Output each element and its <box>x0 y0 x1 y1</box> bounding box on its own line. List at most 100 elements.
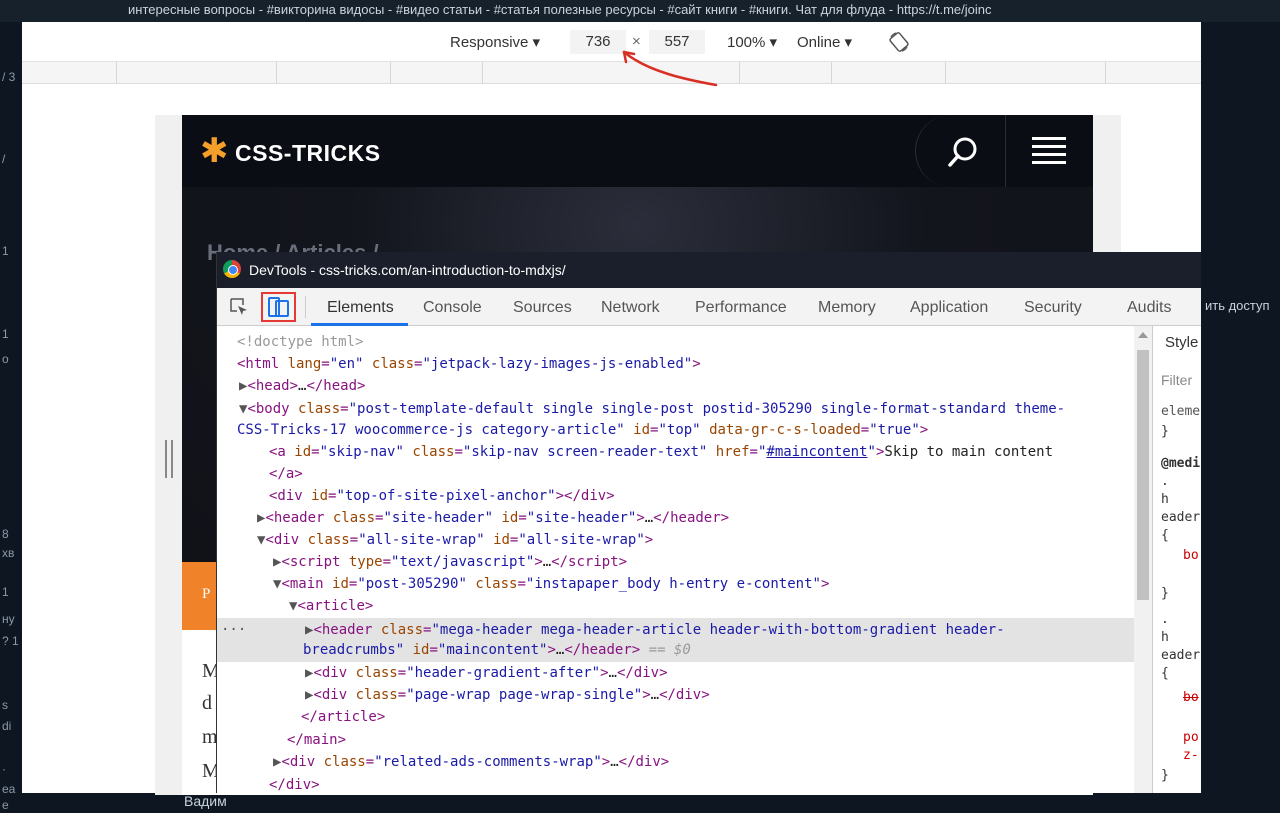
rotate-icon[interactable] <box>888 31 910 57</box>
background-footer: Вадим <box>22 793 1201 813</box>
search-icon <box>948 137 977 167</box>
dom-node-cont: breadcrumbs" id="maincontent">…</header>… <box>303 642 691 658</box>
tab-performance[interactable]: Performance <box>695 299 787 317</box>
tab-security[interactable]: Security <box>1024 299 1082 317</box>
viewport-frame-right <box>1093 115 1121 255</box>
tab-sources[interactable]: Sources <box>513 299 572 317</box>
left-fragment: s <box>2 698 8 712</box>
dom-node[interactable]: </main> <box>287 730 346 750</box>
style-rule: eader <box>1161 510 1201 525</box>
style-rule: } <box>1161 586 1169 601</box>
style-property[interactable]: po <box>1183 730 1199 745</box>
style-rule: h <box>1161 492 1169 507</box>
devtools-window: DevTools - css-tricks.com/an-introductio… <box>216 252 1201 793</box>
style-rule: { <box>1161 528 1169 543</box>
styles-filter-input[interactable]: Filter <box>1161 372 1192 388</box>
background-left-strip: / 3 / 1 1 о 8 хв 1 ну ? 1 s di · ea e <box>0 22 22 813</box>
devtools-titlebar: DevTools - css-tricks.com/an-introductio… <box>217 252 1201 288</box>
sender-name: Вадим <box>184 793 227 809</box>
dom-node[interactable]: </a> <box>269 464 303 484</box>
styles-pane: Style Filter eleme } @medi . h eader { b… <box>1152 326 1201 793</box>
background-right-strip: ить доступ <box>1201 22 1280 813</box>
scroll-up-icon[interactable] <box>1138 332 1148 338</box>
left-fragment: 1 <box>2 327 9 341</box>
dom-node[interactable]: ▶<div class="page-wrap page-wrap-single"… <box>305 685 710 705</box>
style-rule: eleme <box>1161 404 1201 419</box>
site-menu-button[interactable] <box>1005 115 1093 187</box>
left-fragment: / 3 <box>2 70 16 84</box>
site-logo[interactable]: CSS-TRICKS <box>235 140 381 167</box>
dom-node[interactable]: ▶<div class="related-ads-comments-wrap">… <box>273 752 669 772</box>
chrome-icon <box>223 260 241 278</box>
left-fragment: 8 <box>2 527 9 541</box>
background-ticker: интересные вопросы - #викторина видосы -… <box>128 2 992 17</box>
background-header: интересные вопросы - #викторина видосы -… <box>0 0 1280 22</box>
dom-node[interactable]: </article> <box>301 707 385 727</box>
left-fragment: ea <box>2 782 16 796</box>
dom-node[interactable]: <div id="top-of-site-pixel-anchor"></div… <box>269 486 615 506</box>
annotation-arrow <box>622 50 718 87</box>
site-header: ✱ CSS-TRICKS <box>182 115 1093 187</box>
site-search-button[interactable] <box>915 115 1005 187</box>
scroll-thumb[interactable] <box>1137 350 1149 600</box>
tab-application[interactable]: Application <box>910 299 988 317</box>
style-rule: } <box>1161 768 1169 783</box>
devtools-title: DevTools - css-tricks.com/an-introductio… <box>249 262 566 278</box>
inspect-element-icon[interactable] <box>229 297 249 317</box>
tab-network[interactable]: Network <box>601 299 660 317</box>
elements-scrollbar[interactable] <box>1134 326 1152 793</box>
device-select[interactable]: Responsive ▾ <box>450 33 540 51</box>
elements-tree: ··· <!doctype html> <html lang="en" clas… <box>217 326 1134 793</box>
style-rule: { <box>1161 666 1169 681</box>
left-fragment: хв <box>2 546 15 560</box>
dom-node[interactable]: ▶<div class="header-gradient-after">…</d… <box>305 663 668 683</box>
dom-node[interactable]: ▼<body class="post-template-default sing… <box>239 399 1065 419</box>
tab-console[interactable]: Console <box>423 299 482 317</box>
network-throttle-select[interactable]: Online ▾ <box>797 33 852 51</box>
devtools-tabbar: Elements Console Sources Network Perform… <box>217 288 1201 326</box>
dom-node[interactable]: ▶<script type="text/javascript">…</scrip… <box>273 552 627 572</box>
style-property[interactable]: bo <box>1183 690 1199 705</box>
dom-node[interactable]: <a id="skip-nav" class="skip-nav screen-… <box>269 442 1053 462</box>
dom-node-selected[interactable]: ▶<header class="mega-header mega-header-… <box>305 620 1005 640</box>
logo-star-icon: ✱ <box>200 132 229 170</box>
tab-elements[interactable]: Elements <box>327 299 394 317</box>
left-fragment: di <box>2 719 12 733</box>
media-query-ruler <box>22 62 1201 84</box>
tab-memory[interactable]: Memory <box>818 299 876 317</box>
dom-node[interactable]: ▶<head>…</head> <box>239 376 365 396</box>
left-fragment: · <box>2 762 6 776</box>
style-rule: } <box>1161 424 1169 439</box>
device-toolbar: Responsive ▾ 736 × 557 100% ▾ Online ▾ <box>22 22 1201 62</box>
style-property[interactable]: bo <box>1183 548 1199 563</box>
style-property[interactable]: z- <box>1183 748 1199 763</box>
dom-node[interactable]: </div> <box>269 775 320 793</box>
screenshot-root: интересные вопросы - #викторина видосы -… <box>0 0 1280 813</box>
device-mode-icon <box>268 297 289 317</box>
style-rule: . <box>1161 612 1169 627</box>
dom-node[interactable]: ▼<article> <box>289 596 373 616</box>
hamburger-icon <box>1032 137 1066 164</box>
left-fragment: ? 1 <box>2 634 19 648</box>
resize-handle[interactable] <box>165 440 173 478</box>
article-text: d <box>202 692 212 714</box>
dom-node[interactable]: ▶<header class="site-header" id="site-he… <box>257 508 729 528</box>
dom-node[interactable]: ▼<main id="post-305290" class="instapape… <box>273 574 829 594</box>
zoom-select[interactable]: 100% ▾ <box>727 33 777 51</box>
dom-node[interactable]: ▼<div class="all-site-wrap" id="all-site… <box>257 530 653 550</box>
style-rule: @medi <box>1161 456 1201 471</box>
dom-node[interactable]: <!doctype html> <box>237 332 363 352</box>
dom-node[interactable]: <html lang="en" class="jetpack-lazy-imag… <box>237 354 701 374</box>
tab-styles[interactable]: Style <box>1165 334 1198 351</box>
left-fragment: ну <box>2 612 15 626</box>
toggle-device-toolbar-button[interactable] <box>261 292 296 322</box>
band-text: P <box>202 586 211 602</box>
tab-audits[interactable]: Audits <box>1127 299 1171 317</box>
style-rule: . <box>1161 474 1169 489</box>
left-fragment: о <box>2 352 9 366</box>
left-fragment: 1 <box>2 244 9 258</box>
left-fragment: / <box>2 152 6 166</box>
node-actions-icon[interactable]: ··· <box>221 622 246 638</box>
style-rule: h <box>1161 630 1169 645</box>
style-rule: eader <box>1161 648 1201 663</box>
